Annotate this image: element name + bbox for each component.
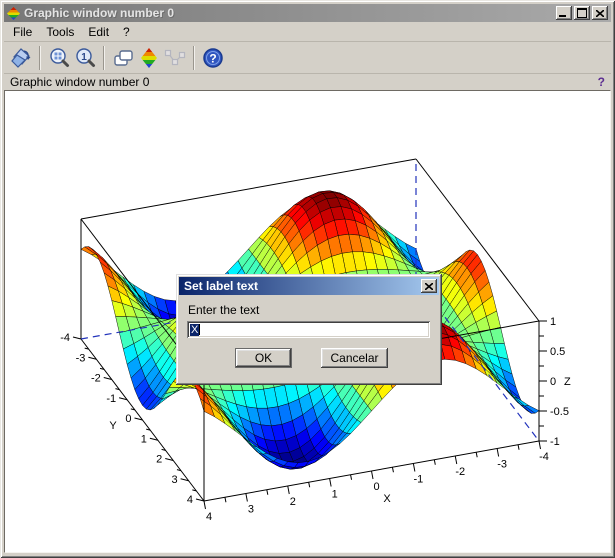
menu-edit[interactable]: Edit xyxy=(81,24,116,40)
svg-text:Y: Y xyxy=(109,420,117,432)
overlapping-windows-icon xyxy=(112,48,134,68)
colored-diamond-icon xyxy=(139,47,159,69)
app-icon xyxy=(7,7,20,20)
svg-text:3: 3 xyxy=(172,474,178,486)
dialog-titlebar[interactable]: Set label text xyxy=(179,277,439,295)
toolbar: 1 xyxy=(4,41,611,73)
svg-text:-3: -3 xyxy=(76,352,86,364)
menu-bar: File Tools Edit ? xyxy=(4,23,611,40)
window-title: Graphic window number 0 xyxy=(24,6,174,20)
svg-text:2: 2 xyxy=(290,496,296,508)
svg-text:4: 4 xyxy=(206,511,212,523)
info-label: Graphic window number 0 xyxy=(10,75,149,89)
svg-text:0.5: 0.5 xyxy=(550,346,565,358)
zoom-area-button[interactable] xyxy=(46,45,72,71)
svg-text:-2: -2 xyxy=(455,466,465,478)
svg-text:3: 3 xyxy=(248,504,254,516)
help-icon: ? xyxy=(202,47,224,69)
svg-text:Z: Z xyxy=(564,376,571,388)
svg-text:2: 2 xyxy=(156,454,162,466)
menu-file[interactable]: File xyxy=(6,24,39,40)
maximize-icon xyxy=(577,8,587,18)
svg-text:-4: -4 xyxy=(60,332,70,344)
svg-text:X: X xyxy=(383,493,391,505)
svg-text:0: 0 xyxy=(550,376,556,388)
menu-tools[interactable]: Tools xyxy=(39,24,81,40)
ok-button[interactable]: OK xyxy=(235,348,292,368)
polyline-nodes-icon xyxy=(163,48,187,68)
polyline-button[interactable] xyxy=(162,45,188,71)
close-icon xyxy=(596,10,604,17)
svg-text:4: 4 xyxy=(187,494,193,506)
input-selected-text: X xyxy=(190,324,199,336)
toolbar-separator xyxy=(103,46,105,70)
minimize-button[interactable] xyxy=(556,6,572,20)
info-help-icon[interactable]: ? xyxy=(598,75,605,89)
svg-text:-4: -4 xyxy=(539,451,549,463)
dialog-prompt: Enter the text xyxy=(188,303,259,317)
svg-text:-2: -2 xyxy=(91,373,101,385)
rotate-button[interactable] xyxy=(8,45,34,71)
svg-text:1: 1 xyxy=(141,433,147,445)
minimize-icon xyxy=(559,15,566,17)
zoom-area-icon xyxy=(49,47,70,68)
zoom-reset-button[interactable]: 1 xyxy=(72,45,98,71)
maximize-button[interactable] xyxy=(574,6,590,20)
help-glyph: ? xyxy=(209,51,216,65)
zoom-reset-icon: 1 xyxy=(75,47,96,68)
svg-text:1: 1 xyxy=(332,489,338,501)
svg-text:0: 0 xyxy=(373,481,379,493)
set-label-dialog: Set label text Enter the text X OK Cance… xyxy=(176,274,442,385)
text-caret xyxy=(199,324,200,335)
label-text-input[interactable]: X xyxy=(187,321,430,338)
toolbar-separator xyxy=(39,46,41,70)
svg-text:0: 0 xyxy=(125,413,131,425)
dialog-title: Set label text xyxy=(184,279,258,293)
rotate-2d-icon xyxy=(10,47,32,69)
ged-button[interactable] xyxy=(136,45,162,71)
svg-text:-1: -1 xyxy=(413,474,423,486)
cancel-button[interactable]: Cancelar xyxy=(321,348,388,368)
window-titlebar[interactable]: Graphic window number 0 xyxy=(4,4,611,22)
help-button[interactable]: ? xyxy=(200,45,226,71)
close-button[interactable] xyxy=(592,6,608,20)
svg-text:1: 1 xyxy=(550,316,556,328)
dialog-close-button[interactable] xyxy=(421,279,437,293)
svg-text:-1: -1 xyxy=(550,436,560,448)
zoom-reset-glyph: 1 xyxy=(81,52,87,63)
menu-help[interactable]: ? xyxy=(116,24,137,40)
windows-button[interactable] xyxy=(110,45,136,71)
close-icon xyxy=(425,283,433,290)
svg-text:-0.5: -0.5 xyxy=(550,406,569,418)
toolbar-separator xyxy=(193,46,195,70)
info-bar: Graphic window number 0 ? xyxy=(4,73,611,90)
svg-text:-3: -3 xyxy=(497,459,507,471)
svg-text:-1: -1 xyxy=(106,393,116,405)
